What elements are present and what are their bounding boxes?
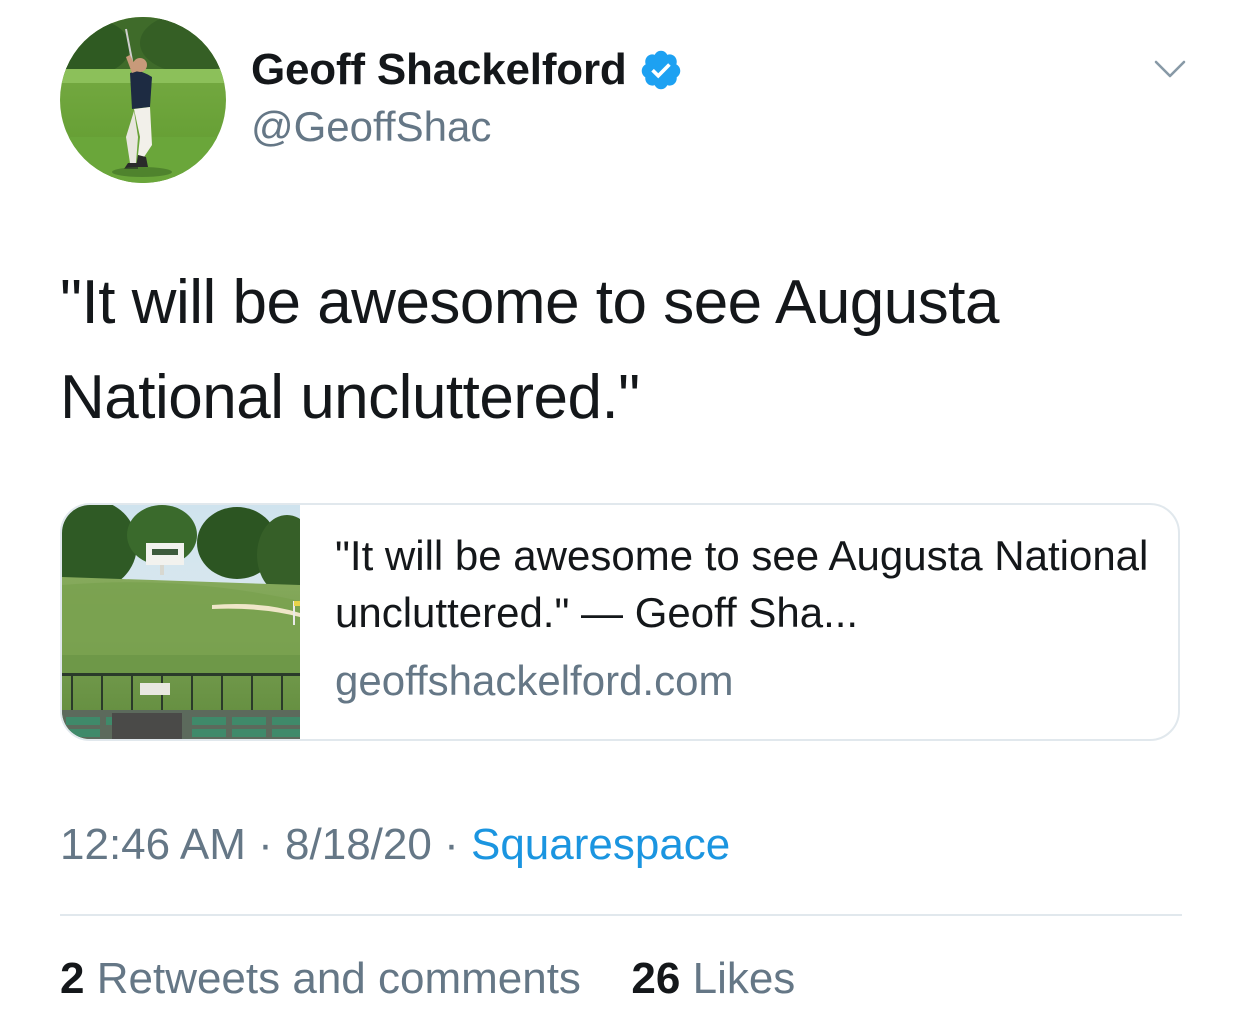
verified-badge-icon — [639, 48, 683, 92]
meta-separator: · — [258, 820, 273, 869]
meta-separator: · — [444, 820, 459, 869]
author-handle[interactable]: @GeoffShac — [251, 103, 491, 151]
retweets-label: Retweets and comments — [96, 954, 581, 1003]
link-card-thumbnail — [62, 505, 300, 739]
display-name[interactable]: Geoff Shackelford — [251, 45, 627, 95]
link-card-domain[interactable]: geoffshackelford.com — [335, 657, 733, 705]
retweets-count: 2 — [60, 954, 85, 1003]
avatar[interactable] — [60, 17, 226, 183]
tweet-meta: 12:46 AM · 8/18/20 · Squarespace — [60, 820, 730, 870]
tweet-stats: 2 Retweets and comments 26 Likes — [60, 954, 795, 1004]
likes-label: Likes — [692, 954, 796, 1003]
tweet-source-link[interactable]: Squarespace — [471, 820, 730, 869]
divider — [60, 914, 1182, 916]
likes-stat[interactable]: 26 Likes — [619, 954, 795, 1003]
tweet-text: "It will be awesome to see Augusta Natio… — [60, 268, 999, 432]
tweet-time[interactable]: 12:46 AM — [60, 820, 246, 869]
tweet-date[interactable]: 8/18/20 — [285, 820, 432, 869]
author-name-row[interactable]: Geoff Shackelford — [251, 42, 683, 98]
likes-count: 26 — [631, 954, 681, 1003]
chevron-down-icon[interactable] — [1152, 52, 1188, 88]
avatar-golfer-image — [60, 17, 226, 183]
link-card-title[interactable]: "It will be awesome to see Augusta Natio… — [335, 527, 1155, 641]
retweets-stat[interactable]: 2 Retweets and comments — [60, 954, 593, 1003]
link-preview-card[interactable]: "It will be awesome to see Augusta Natio… — [60, 503, 1180, 741]
